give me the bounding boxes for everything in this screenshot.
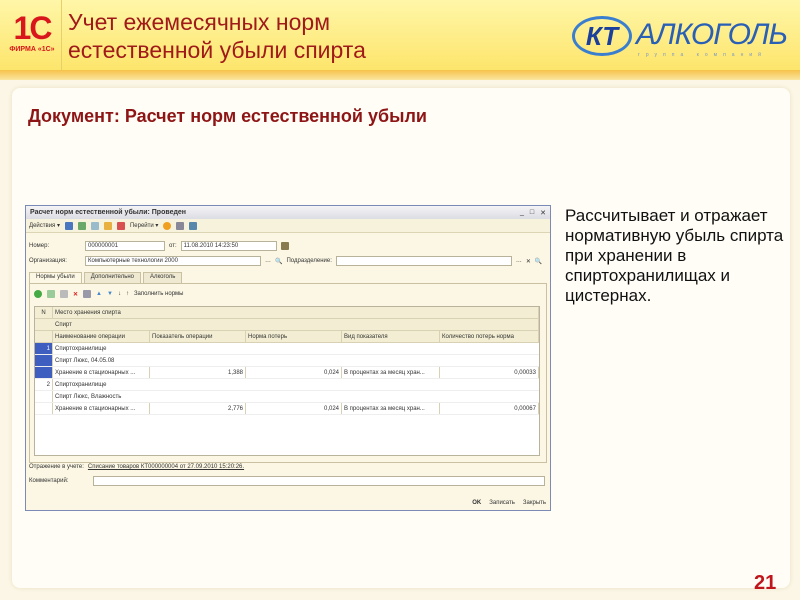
- comment-row: Комментарий:: [29, 476, 545, 486]
- actions-menu[interactable]: Действия ▾: [29, 222, 60, 229]
- close-button[interactable]: Закрыть: [523, 500, 546, 506]
- delete-icon[interactable]: ✕: [73, 291, 78, 298]
- number-row: Номер: 000000001 от: 11.08.2010 14:23:50: [29, 241, 289, 251]
- logo-1c: 1С ФИРМА «1С»: [9, 10, 55, 53]
- organization-field[interactable]: Компьютерные технологии 2000: [85, 256, 261, 266]
- table-row[interactable]: 1 Спиртохранилище Спирт Люкс, 04.05.08 Хр…: [35, 343, 539, 379]
- logo-kt-alcohol: КТ АЛКОГОЛЬ группа компаний: [572, 16, 794, 60]
- maximize-icon[interactable]: □: [530, 209, 534, 217]
- ok-button[interactable]: OK: [472, 500, 481, 506]
- add-icon[interactable]: [34, 290, 42, 298]
- save-icon[interactable]: [64, 221, 73, 230]
- tab-alcohol[interactable]: Алкоголь: [142, 272, 183, 283]
- movements-icon[interactable]: [103, 221, 112, 230]
- close-icon[interactable]: ✕: [540, 209, 546, 217]
- tab-additional[interactable]: Дополнительно: [83, 272, 141, 283]
- select-button[interactable]: …: [265, 258, 271, 264]
- minimize-icon[interactable]: _: [520, 209, 524, 217]
- post-icon[interactable]: [77, 221, 86, 230]
- number-field[interactable]: 000000001: [85, 241, 165, 251]
- move-up-icon[interactable]: ▲: [96, 291, 102, 297]
- tabs: Нормы убыли Дополнительно Алкоголь: [29, 272, 183, 283]
- sort-desc-icon[interactable]: ↑: [126, 291, 129, 297]
- search-icon[interactable]: 🔍: [275, 258, 282, 265]
- title-bar: Расчет норм естественной убыли: Проведен…: [26, 206, 550, 219]
- norms-table: N Место хранения спирта Спирт Наименовани…: [34, 306, 540, 456]
- page-number: 21: [754, 572, 777, 594]
- department-field[interactable]: [335, 256, 512, 266]
- report-icon[interactable]: [116, 221, 125, 230]
- reflection-row: Отражение в учете: Списание товаров КТ00…: [29, 464, 245, 470]
- table-header: Наименование операции Показатель операци…: [35, 331, 539, 343]
- header-stripe: [0, 70, 800, 80]
- structure-icon[interactable]: [189, 221, 198, 230]
- help-icon[interactable]: [163, 221, 172, 230]
- list-icon[interactable]: [176, 221, 185, 230]
- tab-norms[interactable]: Нормы убыли: [29, 272, 82, 283]
- sort-asc-icon[interactable]: ↓: [118, 291, 121, 297]
- goto-menu[interactable]: Перейти ▾: [130, 222, 158, 229]
- search-icon[interactable]: 🔍: [535, 258, 542, 265]
- table-header: Спирт: [35, 319, 539, 331]
- grid-toolbar: ✕ ▲ ▼ ↓ ↑ Заполнить нормы: [34, 290, 183, 298]
- document-window: Расчет норм естественной убыли: Проведен…: [25, 205, 551, 511]
- end-edit-icon[interactable]: [83, 290, 92, 298]
- org-row: Организация: Компьютерные технологии 200…: [29, 256, 543, 266]
- clear-icon[interactable]: ✕: [526, 258, 531, 265]
- copy-icon[interactable]: [90, 221, 99, 230]
- document-title: Документ: Расчет норм естественной убыли: [28, 106, 427, 126]
- edit-icon[interactable]: [60, 290, 68, 298]
- fill-norms-button[interactable]: Заполнить нормы: [134, 291, 184, 297]
- reflection-link[interactable]: Списание товаров КТ000000004 от 27.09.20…: [88, 464, 244, 470]
- table-row[interactable]: 2 Спиртохранилище Спирт Люкс, Влажность Х…: [35, 379, 539, 415]
- calendar-icon[interactable]: [280, 242, 289, 250]
- copy-row-icon[interactable]: [47, 290, 55, 298]
- move-down-icon[interactable]: ▼: [107, 291, 113, 297]
- select-button[interactable]: …: [516, 258, 522, 264]
- toolbar: Действия ▾ Перейти ▾: [26, 219, 550, 233]
- save-button[interactable]: Записать: [489, 500, 515, 506]
- dialog-buttons: OK Записать Закрыть: [472, 500, 546, 506]
- date-field[interactable]: 11.08.2010 14:23:50: [180, 241, 277, 251]
- description: Рассчитывает и отражает нормативную убыл…: [565, 206, 784, 305]
- slide-title: Учет ежемесячных норм естественной убыли …: [68, 9, 366, 63]
- divider: [61, 0, 62, 70]
- comment-field[interactable]: [93, 476, 545, 486]
- window-title: Расчет норм естественной убыли: Проведен: [30, 209, 187, 216]
- table-header: N Место хранения спирта: [35, 307, 539, 319]
